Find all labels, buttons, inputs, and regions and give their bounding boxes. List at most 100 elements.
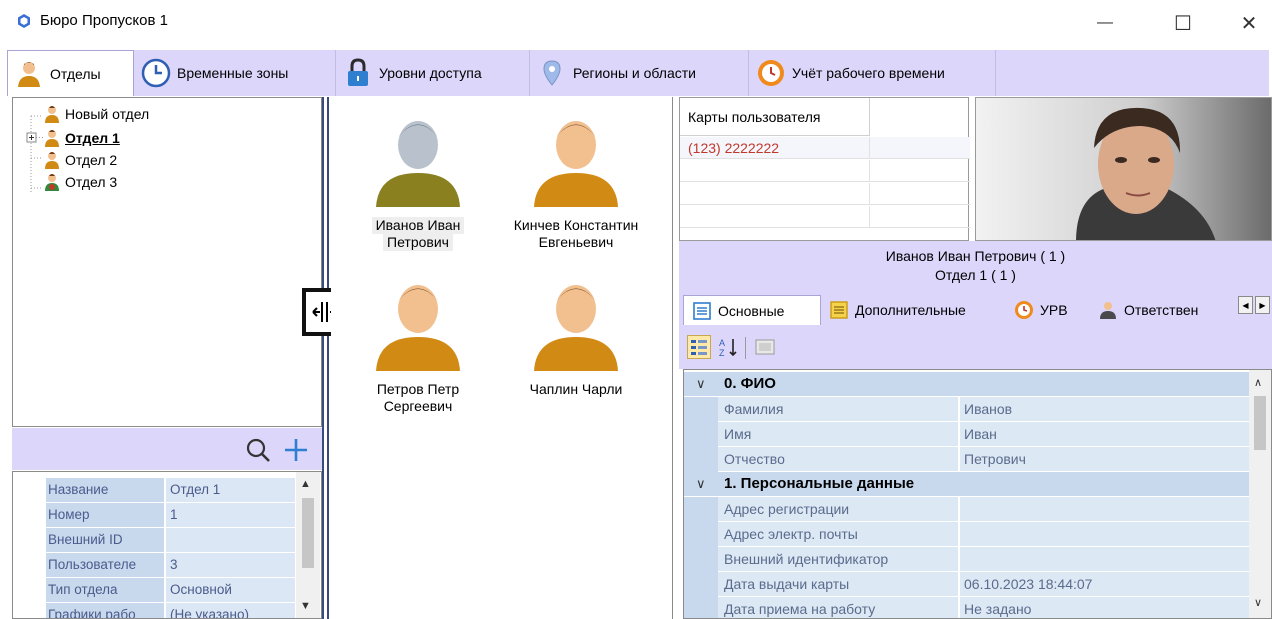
tab-label: Основные <box>718 302 785 319</box>
department-tree[interactable]: Новый отдел Отдел 1 Отдел 2 Отдел 3 <box>12 97 322 427</box>
prop-value[interactable]: 1 <box>166 503 295 527</box>
tree-item-dept-2[interactable]: Отдел 2 <box>45 150 118 170</box>
chevron-down-icon[interactable]: ∨ <box>696 372 706 396</box>
list-icon <box>693 301 711 320</box>
splitter-line <box>327 97 329 619</box>
prop-value[interactable] <box>960 522 1249 546</box>
property-pages-icon[interactable] <box>753 335 777 359</box>
scrollbar[interactable]: ∧ ∨ <box>1249 370 1271 618</box>
maximize-button[interactable]: ☐ <box>1160 6 1206 40</box>
user-icon <box>1100 302 1116 319</box>
tree-item-dept-3[interactable]: Отдел 3 <box>45 172 117 192</box>
chevron-right-icon[interactable]: ▶ <box>1255 296 1270 314</box>
add-icon[interactable] <box>282 436 310 464</box>
map-pin-icon <box>537 58 567 88</box>
chevron-up-icon[interactable]: ▲ <box>300 478 311 490</box>
property-row[interactable]: Дата приема на работу Не задано <box>684 597 1249 618</box>
scrollbar-thumb[interactable] <box>1254 396 1266 450</box>
prop-value[interactable]: Основной <box>166 578 295 602</box>
prop-key: Дата выдачи карты <box>718 572 958 596</box>
dept-prop-row[interactable]: Графики рабо (Не указано) <box>13 603 295 618</box>
chevron-down-icon[interactable]: ∨ <box>696 472 706 496</box>
prop-value[interactable]: Отдел 1 <box>166 478 295 502</box>
minimize-button[interactable]: — <box>1082 6 1128 40</box>
chevron-down-icon[interactable]: ∨ <box>1254 596 1262 609</box>
chevron-left-icon[interactable]: ◀ <box>1238 296 1253 314</box>
employee-card[interactable]: Петров Петр Сергеевич <box>343 271 493 415</box>
tab-responsible[interactable]: Ответствен <box>1090 295 1238 325</box>
user-cards-list[interactable]: Карты пользователя (123) 2222222 <box>679 97 970 241</box>
property-row[interactable]: Фамилия Иванов <box>684 397 1249 422</box>
svg-text:A: A <box>719 338 725 348</box>
property-row[interactable]: Дата выдачи карты 06.10.2023 18:44:07 <box>684 572 1249 597</box>
prop-key: Адрес электр. почты <box>718 522 958 546</box>
prop-key: Отчество <box>718 447 958 471</box>
card-row[interactable] <box>680 160 970 182</box>
prop-value[interactable]: Иван <box>960 422 1249 446</box>
dept-prop-row[interactable]: Тип отдела Основной <box>13 578 295 602</box>
property-row[interactable]: Адрес регистрации <box>684 497 1249 522</box>
tab-regions[interactable]: Регионы и области <box>531 50 749 96</box>
property-row[interactable]: Адрес электр. почты <box>684 522 1249 547</box>
employee-card[interactable]: Иванов Иван Петрович <box>343 107 493 251</box>
chevron-up-icon[interactable]: ∧ <box>1254 376 1262 389</box>
prop-value[interactable]: Не задано <box>960 597 1249 618</box>
tab-time-tracking-props[interactable]: УРВ <box>1006 295 1090 325</box>
prop-value[interactable]: Иванов <box>960 397 1249 421</box>
category-fio[interactable]: ∨ 0. ФИО <box>684 372 1249 396</box>
tab-additional[interactable]: Дополнительные <box>821 295 1006 325</box>
person-icon <box>45 152 59 169</box>
prop-value[interactable]: 06.10.2023 18:44:07 <box>960 572 1249 596</box>
tree-item-label: Отдел 2 <box>65 152 118 168</box>
tab-label: Отделы <box>50 65 101 82</box>
card-number <box>680 183 870 205</box>
title-bar: Бюро Пропусков 1 — ☐ ✕ <box>0 0 1272 46</box>
sort-alphabetical-icon[interactable]: AZ <box>717 335 741 359</box>
prop-value[interactable]: 3 <box>166 553 295 577</box>
dept-prop-row[interactable]: Номер 1 <box>13 503 295 527</box>
prop-value[interactable] <box>960 497 1249 521</box>
scrollbar-thumb[interactable] <box>302 498 314 568</box>
prop-value[interactable] <box>166 528 295 552</box>
tree-item-dept-1[interactable]: Отдел 1 <box>45 128 120 148</box>
tab-departments[interactable]: Отделы <box>7 50 134 96</box>
scrollbar[interactable]: ▲ ▼ <box>296 472 320 618</box>
tab-time-tracking[interactable]: Учёт рабочего времени <box>750 50 996 96</box>
property-row[interactable]: Отчество Петрович <box>684 447 1249 472</box>
lock-icon <box>343 58 373 88</box>
dept-prop-row[interactable]: Пользователе 3 <box>13 553 295 577</box>
clock-icon <box>141 58 171 88</box>
employee-card[interactable]: Кинчев Константин Евгеньевич <box>501 107 651 251</box>
property-row[interactable]: Внешний идентификатор <box>684 547 1249 572</box>
prop-value[interactable] <box>960 547 1249 571</box>
tab-main[interactable]: Основные <box>683 295 821 325</box>
prop-key: Внешний ID <box>46 528 164 552</box>
tree-item-new-dept[interactable]: Новый отдел <box>45 104 149 124</box>
card-row[interactable] <box>680 183 970 205</box>
property-row[interactable]: Имя Иван <box>684 422 1249 447</box>
tab-label: Ответствен <box>1124 302 1199 318</box>
card-row[interactable] <box>680 206 970 228</box>
employee-name: Кинчев Константин <box>513 217 639 233</box>
prop-value[interactable]: (Не указано) <box>166 603 295 618</box>
prop-key: Пользователе <box>46 553 164 577</box>
chevron-down-icon[interactable]: ▼ <box>300 600 311 612</box>
tab-label: УРВ <box>1040 302 1068 318</box>
alarm-clock-icon <box>756 58 786 88</box>
category-personal-data[interactable]: ∨ 1. Персональные данные <box>684 472 1249 496</box>
toolbar-separator <box>745 337 746 359</box>
employee-patronymic: Евгеньевич <box>538 234 614 250</box>
main-tab-bar: Отделы Временные зоны Уровни доступа Рег… <box>7 50 1269 96</box>
categorized-view-icon[interactable] <box>687 335 711 359</box>
tab-access-levels[interactable]: Уровни доступа <box>337 50 530 96</box>
tab-time-zones[interactable]: Временные зоны <box>135 50 336 96</box>
card-row[interactable]: (123) 2222222 <box>680 137 970 159</box>
cards-column-header[interactable]: Карты пользователя <box>680 98 870 136</box>
employee-photo[interactable] <box>975 97 1272 241</box>
dept-prop-row[interactable]: Название Отдел 1 <box>13 478 295 502</box>
close-button[interactable]: ✕ <box>1226 6 1272 40</box>
prop-value[interactable]: Петрович <box>960 447 1249 471</box>
employee-card[interactable]: Чаплин Чарли <box>501 271 651 415</box>
search-icon[interactable] <box>244 436 272 464</box>
dept-prop-row[interactable]: Внешний ID <box>13 528 295 552</box>
